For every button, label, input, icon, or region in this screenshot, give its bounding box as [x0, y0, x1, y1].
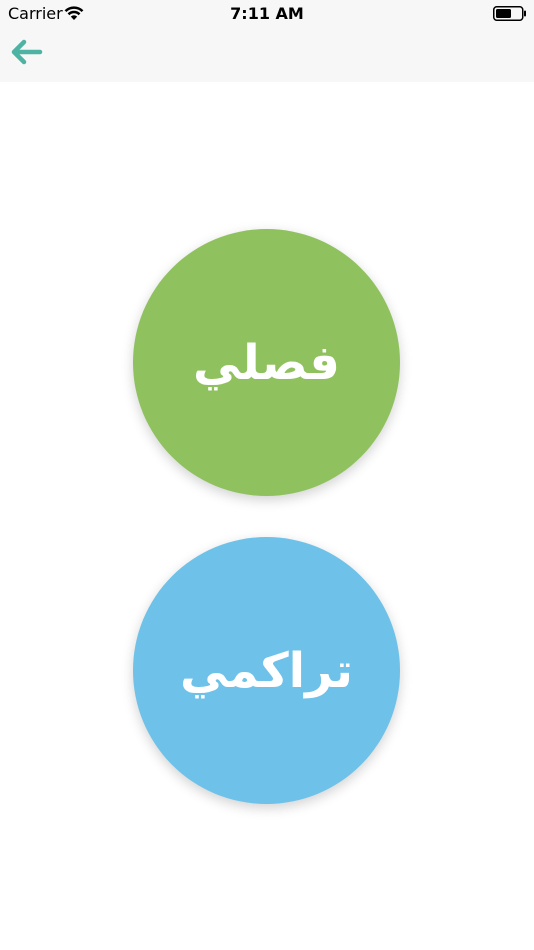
back-button[interactable]	[8, 36, 44, 72]
arrow-left-icon	[9, 37, 43, 71]
status-bar: Carrier 7:11 AM	[0, 0, 534, 28]
semester-option-button[interactable]: فصلي	[133, 229, 400, 496]
semester-option-label: فصلي	[193, 334, 340, 391]
cumulative-option-label: تراكمي	[180, 642, 353, 699]
cumulative-option-button[interactable]: تراكمي	[133, 537, 400, 804]
clock-time: 7:11 AM	[230, 4, 304, 23]
top-area: Carrier 7:11 AM	[0, 0, 534, 82]
battery-icon	[493, 6, 527, 21]
